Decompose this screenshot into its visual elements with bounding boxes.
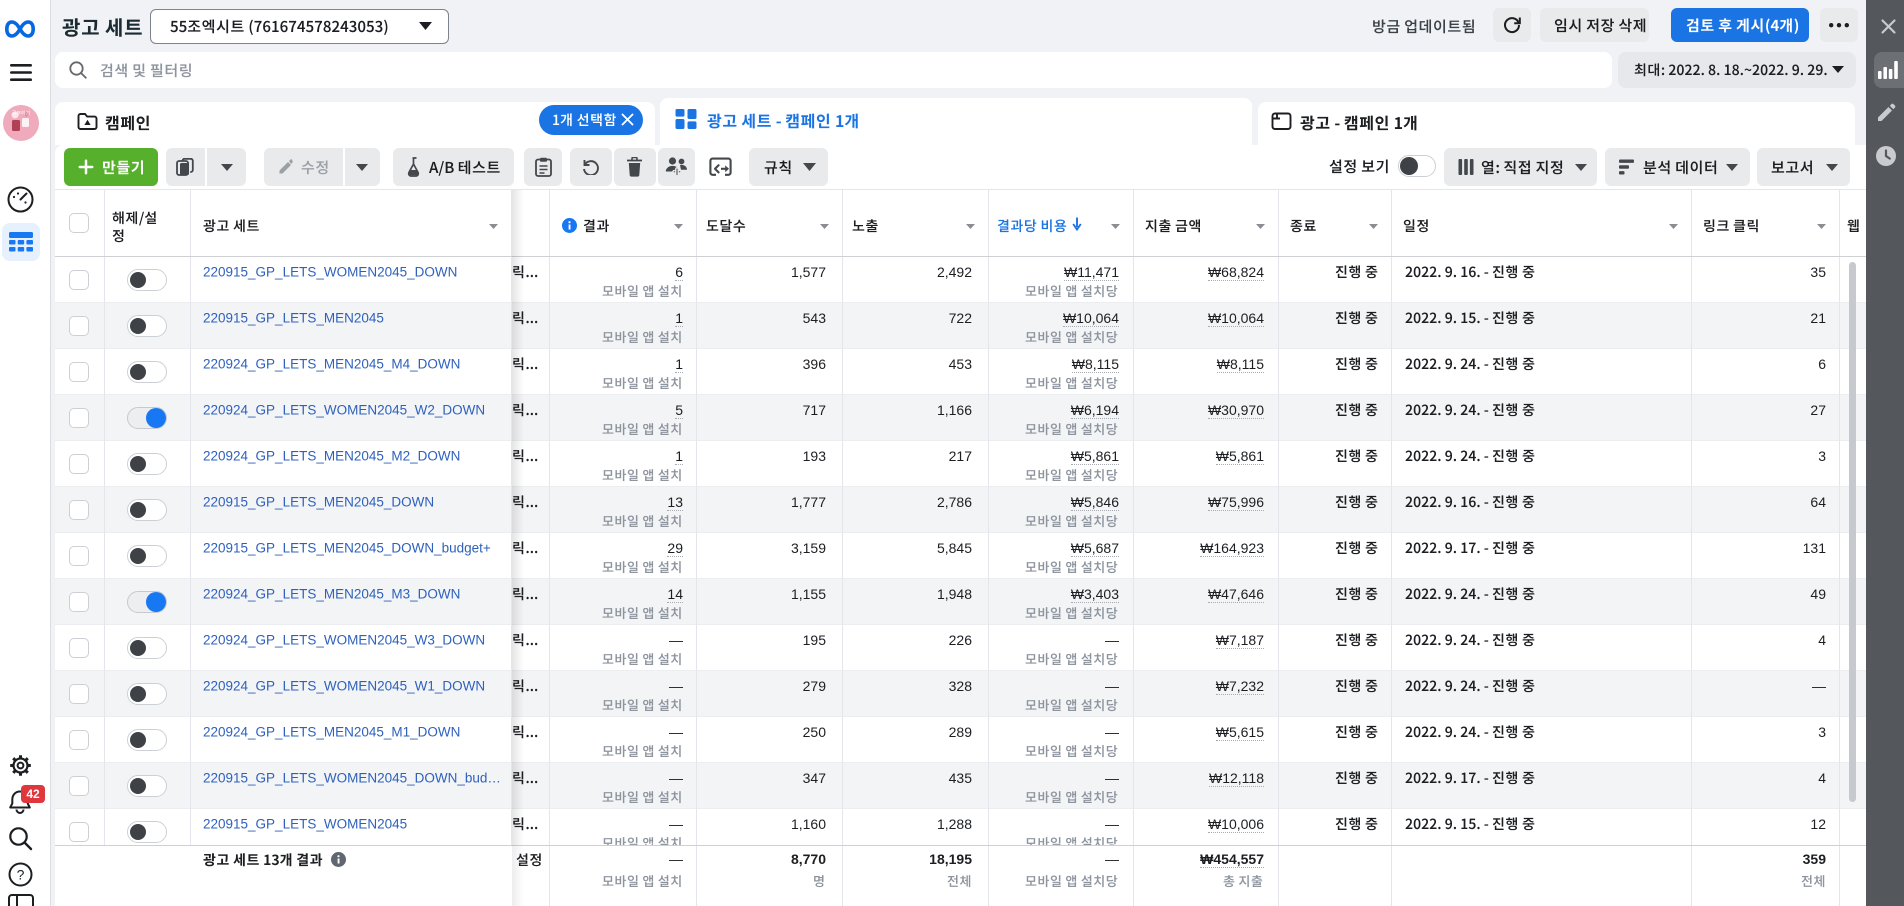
svg-text:공부하기: 공부하기 bbox=[12, 110, 30, 117]
svg-text:?: ? bbox=[17, 867, 25, 883]
